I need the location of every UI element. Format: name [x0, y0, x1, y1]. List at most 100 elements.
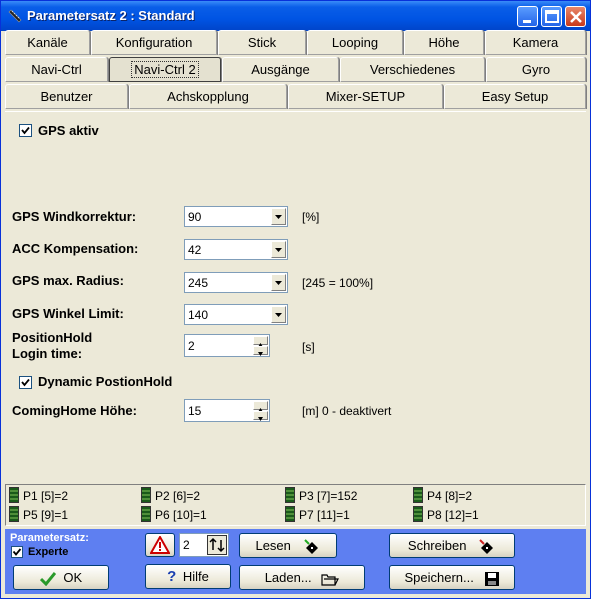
dynamic-poshold-checkbox[interactable]	[19, 376, 32, 389]
footer-bar: Parametersatz: Experte 2 Lesen Schreiben…	[5, 529, 586, 594]
gps-wind-unit: [%]	[302, 210, 320, 224]
parameter-window: Parametersatz 2 : Standard Kanäle Konfig…	[0, 0, 591, 599]
tab-konfiguration[interactable]: Konfiguration	[91, 30, 217, 55]
stepper-buttons	[253, 401, 268, 421]
tab-ausgaenge[interactable]: Ausgänge	[222, 57, 339, 82]
stepper-up-icon[interactable]	[253, 336, 268, 347]
lesen-button[interactable]: Lesen	[239, 533, 337, 558]
poshold-unit: [s]	[302, 340, 315, 354]
tab-label: Easy Setup	[481, 89, 549, 104]
tab-benutzer[interactable]: Benutzer	[5, 84, 128, 109]
tab-label: Benutzer	[40, 89, 93, 104]
tab-hoehe[interactable]: Höhe	[404, 30, 484, 55]
parametersatz-label: Parametersatz:	[10, 532, 89, 544]
poshold-label-line1: PositionHold	[12, 330, 93, 345]
gps-radius-select[interactable]: 245	[184, 272, 288, 293]
stepper-value: 2	[183, 538, 190, 552]
up-down-arrows-icon[interactable]	[207, 535, 227, 555]
chevron-down-icon[interactable]	[271, 306, 286, 323]
warning-icon	[149, 534, 171, 554]
gps-active-checkbox[interactable]	[19, 124, 32, 137]
tab-label: Stick	[247, 35, 277, 50]
tab-label: Navi-Ctrl	[31, 62, 82, 77]
save-disk-icon	[484, 571, 499, 586]
param-p7: P7 [11]=1	[299, 508, 350, 522]
tab-row-2: Navi-Ctrl Navi-Ctrl 2 Ausgänge Verschied…	[5, 57, 586, 83]
chevron-down-icon[interactable]	[271, 274, 286, 291]
stepper-value: 2	[188, 339, 195, 353]
tab-mixer-setup[interactable]: Mixer-SETUP	[288, 84, 443, 109]
warning-button[interactable]	[145, 533, 175, 557]
stepper-up-icon[interactable]	[253, 401, 268, 412]
tab-achskopplung[interactable]: Achskopplung	[129, 84, 287, 109]
maximize-icon	[545, 10, 559, 23]
tab-gyro[interactable]: Gyro	[486, 57, 586, 82]
select-value: 42	[188, 243, 202, 257]
param-p4: P4 [8]=2	[427, 489, 473, 503]
tab-navi-ctrl-2[interactable]: Navi-Ctrl 2	[109, 57, 221, 82]
laden-button[interactable]: Laden...	[239, 565, 365, 590]
parameter-set-stepper[interactable]: 2	[179, 533, 229, 557]
button-label: Lesen	[255, 538, 291, 553]
ok-button[interactable]: OK	[13, 565, 109, 590]
navi-ctrl-2-panel: GPS aktiv GPS Windkorrektur: 90 [%] ACC …	[5, 111, 586, 484]
tab-label: Navi-Ctrl 2	[131, 61, 199, 78]
experte-checkbox[interactable]	[11, 546, 23, 558]
acc-select[interactable]: 42	[184, 239, 288, 260]
param-p6: P6 [10]=1	[155, 508, 207, 522]
tab-label: Verschiedenes	[369, 62, 456, 77]
speichern-button[interactable]: Speichern...	[389, 565, 515, 590]
param-p2: P2 [6]=2	[155, 489, 201, 503]
tab-row-1: Kanäle Konfiguration Stick Looping Höhe …	[5, 30, 586, 56]
stepper-value: 15	[188, 404, 202, 418]
tab-label: Konfiguration	[115, 35, 193, 50]
read-chip-icon	[303, 538, 318, 554]
poshold-time-stepper[interactable]: 2	[184, 334, 270, 357]
help-icon: ?	[167, 568, 177, 585]
parameter-readout: P1 [5]=2 P2 [6]=2 P3 [7]=152 P4 [8]=2 P5…	[5, 484, 586, 526]
gps-winkel-select[interactable]: 140	[184, 304, 288, 325]
experte-label: Experte	[28, 546, 69, 558]
button-label: Schreiben	[407, 538, 467, 553]
gps-wind-select[interactable]: 90	[184, 206, 288, 227]
button-label: Speichern...	[404, 570, 474, 585]
gps-active-label: GPS aktiv	[38, 123, 99, 138]
stepper-buttons	[253, 336, 268, 356]
close-button[interactable]	[565, 6, 586, 27]
tab-label: Mixer-SETUP	[325, 89, 406, 104]
tab-stick[interactable]: Stick	[218, 30, 306, 55]
chevron-down-icon[interactable]	[271, 241, 286, 258]
cominghome-label: ComingHome Höhe:	[12, 403, 137, 418]
hilfe-button[interactable]: ? Hilfe	[145, 564, 231, 589]
tab-easy-setup[interactable]: Easy Setup	[444, 84, 586, 109]
maximize-button[interactable]	[541, 6, 562, 27]
level-bar-icon	[413, 506, 423, 522]
dynamic-poshold-label: Dynamic PostionHold	[38, 374, 173, 389]
stepper-down-icon[interactable]	[253, 411, 268, 421]
tab-row-3: Benutzer Achskopplung Mixer-SETUP Easy S…	[5, 84, 586, 110]
checkmark-icon	[21, 126, 30, 135]
window-title: Parametersatz 2 : Standard	[27, 8, 195, 23]
tab-kanaele[interactable]: Kanäle	[5, 30, 90, 55]
schreiben-button[interactable]: Schreiben	[389, 533, 515, 558]
open-folder-icon	[321, 573, 340, 586]
stepper-down-icon[interactable]	[253, 346, 268, 356]
minimize-icon	[523, 20, 531, 23]
title-bar[interactable]: Parametersatz 2 : Standard	[1, 1, 590, 31]
write-chip-icon	[479, 538, 494, 554]
tab-label: Gyro	[521, 62, 551, 77]
minimize-button[interactable]	[517, 6, 538, 27]
checkmark-icon	[21, 378, 30, 387]
tab-looping[interactable]: Looping	[307, 30, 403, 55]
chevron-down-icon[interactable]	[271, 208, 286, 225]
tab-label: Ausgänge	[251, 62, 310, 77]
select-value: 140	[188, 308, 209, 322]
tab-kamera[interactable]: Kamera	[485, 30, 586, 55]
param-p5: P5 [9]=1	[23, 508, 69, 522]
cominghome-stepper[interactable]: 15	[184, 399, 270, 422]
close-icon	[570, 11, 582, 23]
tab-verschiedenes[interactable]: Verschiedenes	[340, 57, 485, 82]
tab-navi-ctrl[interactable]: Navi-Ctrl	[5, 57, 108, 82]
level-bar-icon	[9, 506, 19, 522]
level-bar-icon	[285, 506, 295, 522]
